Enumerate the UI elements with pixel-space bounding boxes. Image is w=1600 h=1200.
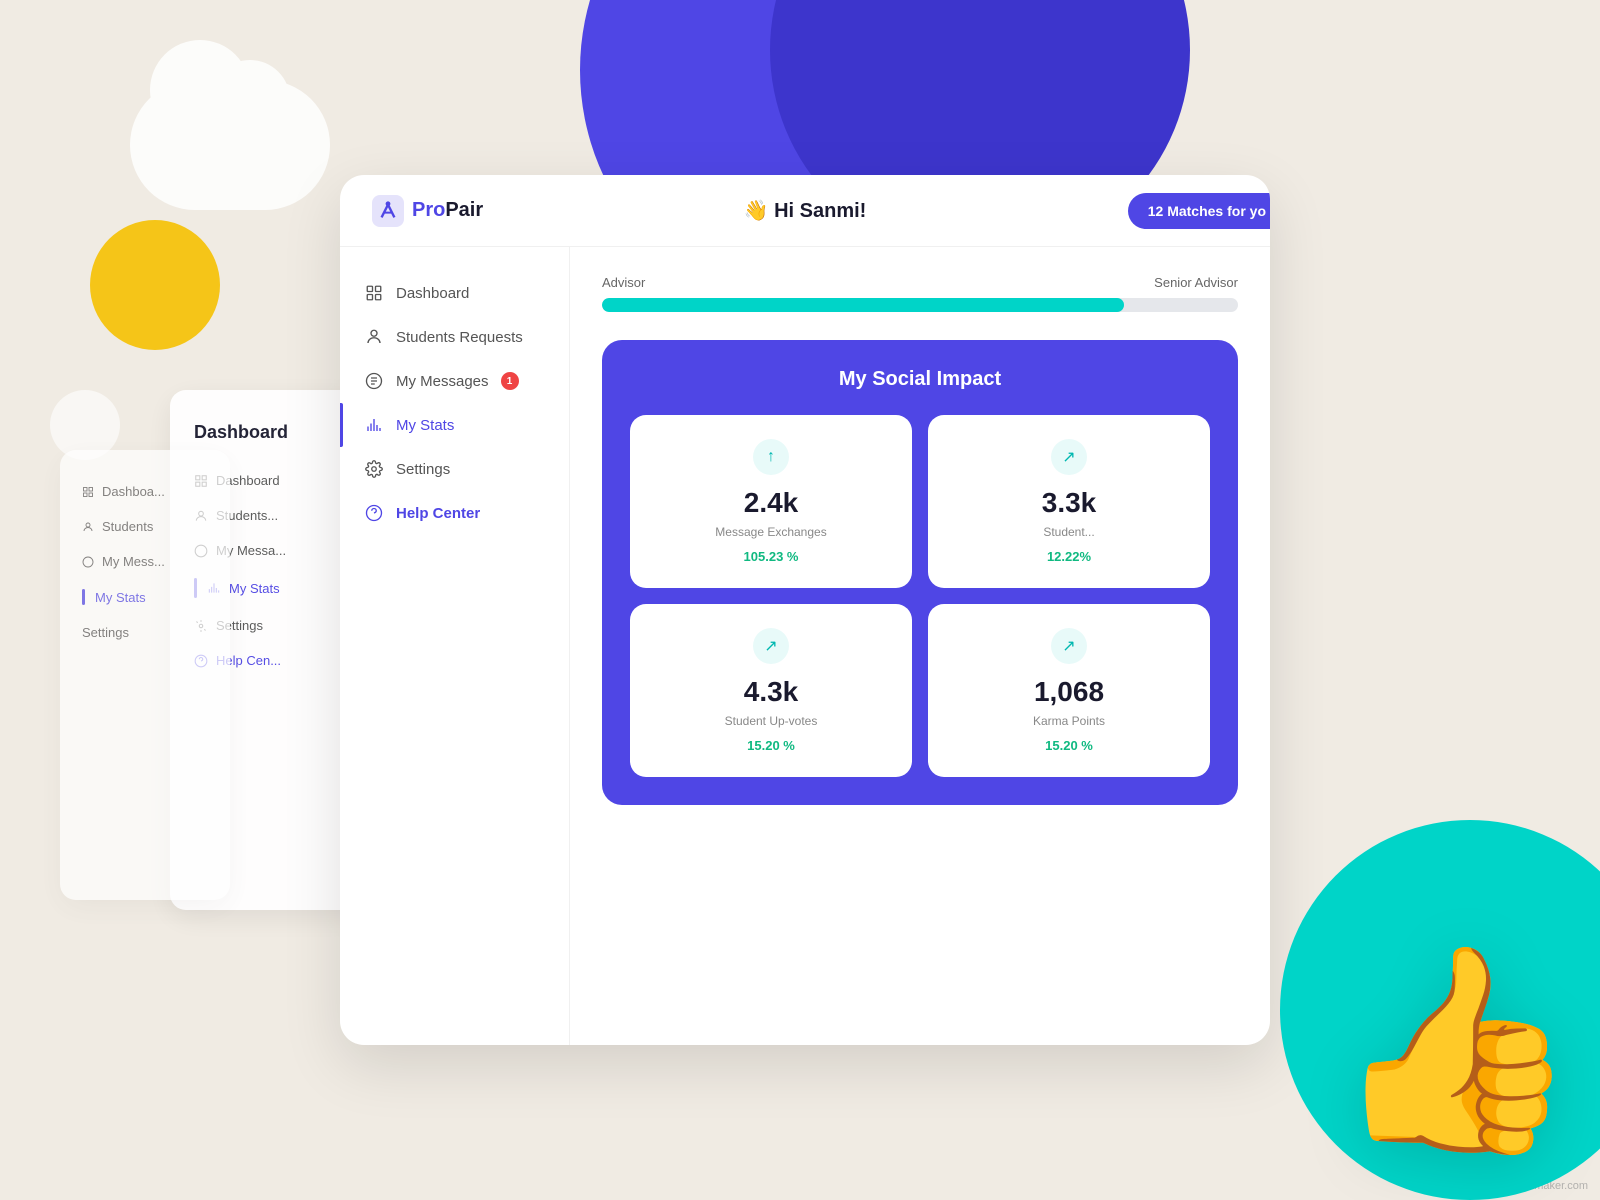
matches-button[interactable]: 12 Matches for yo: [1128, 193, 1270, 229]
app-window: ProPair 👋 Hi Sanmi! 12 Matches for yo Da…: [340, 175, 1270, 1045]
stat-arrow-1: ↑: [753, 439, 789, 475]
messages-badge: 1: [501, 372, 519, 390]
progress-label-left: Advisor: [602, 275, 645, 290]
shadow2-nav-stats: My Stats: [74, 579, 216, 615]
stat-label-3: Student Up-votes: [650, 714, 892, 728]
sidebar-item-settings[interactable]: Settings: [340, 447, 569, 491]
stat-label-1: Message Exchanges: [650, 525, 892, 539]
sidebar-item-dashboard-label: Dashboard: [396, 285, 469, 302]
stat-arrow-2: ↗: [1051, 439, 1087, 475]
stat-card-students: ↗ 3.3k Student... 12.22%: [928, 415, 1210, 588]
cloud-decoration: [130, 80, 330, 210]
sidebar-item-my-messages[interactable]: My Messages 1: [340, 359, 569, 403]
shadow-panel-title: Dashboard: [186, 414, 354, 451]
sidebar-item-settings-label: Settings: [396, 461, 450, 478]
stat-card-message-exchanges: ↑ 2.4k Message Exchanges 105.23 %: [630, 415, 912, 588]
sidebar-item-help-center[interactable]: Help Center: [340, 491, 569, 535]
help-icon: [364, 503, 384, 523]
dashboard-icon: [364, 283, 384, 303]
sidebar-item-help-label: Help Center: [396, 505, 480, 522]
app-body: Dashboard Students Requests My Messages …: [340, 247, 1270, 1045]
logo-area: ProPair: [372, 195, 483, 227]
stat-change-2: 12.22%: [948, 549, 1190, 564]
main-content: Advisor Senior Advisor My Social Impact …: [570, 247, 1270, 1045]
app-header: ProPair 👋 Hi Sanmi! 12 Matches for yo: [340, 175, 1270, 247]
progress-fill: [602, 298, 1124, 312]
stat-card-upvotes: ↗ 4.3k Student Up-votes 15.20 %: [630, 604, 912, 777]
sidebar: Dashboard Students Requests My Messages …: [340, 247, 570, 1045]
stat-card-karma: ↗ 1,068 Karma Points 15.20 %: [928, 604, 1210, 777]
thumbs-up-illustration: 👍: [1331, 950, 1580, 1150]
sidebar-item-students-requests[interactable]: Students Requests: [340, 315, 569, 359]
stat-change-1: 105.23 %: [650, 549, 892, 564]
stat-arrow-3: ↗: [753, 628, 789, 664]
social-impact-card: My Social Impact ↑ 2.4k Message Exchange…: [602, 340, 1238, 805]
logo-text: ProPair: [412, 199, 483, 222]
progress-section: Advisor Senior Advisor: [602, 275, 1238, 312]
stat-label-4: Karma Points: [948, 714, 1190, 728]
progress-track: [602, 298, 1238, 312]
shadow-sidebar-panel-2: Dashboa... Students My Mess... My Stats …: [60, 450, 230, 900]
stat-value-4: 1,068: [948, 676, 1190, 708]
greeting-emoji: 👋: [744, 200, 769, 222]
stats-icon: [364, 415, 384, 435]
sidebar-item-stats-label: My Stats: [396, 417, 454, 434]
shadow2-nav-settings: Settings: [74, 615, 216, 650]
stat-arrow-4: ↗: [1051, 628, 1087, 664]
stat-change-3: 15.20 %: [650, 738, 892, 753]
stats-grid: ↑ 2.4k Message Exchanges 105.23 % ↗ 3.3k…: [630, 415, 1210, 777]
stat-value-3: 4.3k: [650, 676, 892, 708]
sidebar-item-messages-label: My Messages: [396, 373, 489, 390]
header-greeting: 👋 Hi Sanmi!: [744, 198, 867, 223]
stat-change-4: 15.20 %: [948, 738, 1190, 753]
logo-icon: [372, 195, 404, 227]
progress-labels: Advisor Senior Advisor: [602, 275, 1238, 290]
shadow2-nav-students: Students: [74, 509, 216, 544]
sidebar-item-my-stats[interactable]: My Stats: [340, 403, 569, 447]
social-card-title: My Social Impact: [630, 368, 1210, 391]
greeting-text: Hi Sanmi!: [774, 200, 866, 222]
sidebar-item-dashboard[interactable]: Dashboard: [340, 271, 569, 315]
stat-label-2: Student...: [948, 525, 1190, 539]
messages-icon: [364, 371, 384, 391]
settings-icon: [364, 459, 384, 479]
stat-value-1: 2.4k: [650, 487, 892, 519]
shadow2-nav-messages: My Mess...: [74, 544, 216, 579]
shadow2-nav-dashboard: Dashboa...: [74, 474, 216, 509]
sun-decoration: [90, 220, 220, 350]
stat-value-2: 3.3k: [948, 487, 1190, 519]
students-icon: [364, 327, 384, 347]
sidebar-item-students-label: Students Requests: [396, 329, 523, 346]
progress-label-right: Senior Advisor: [1154, 275, 1238, 290]
